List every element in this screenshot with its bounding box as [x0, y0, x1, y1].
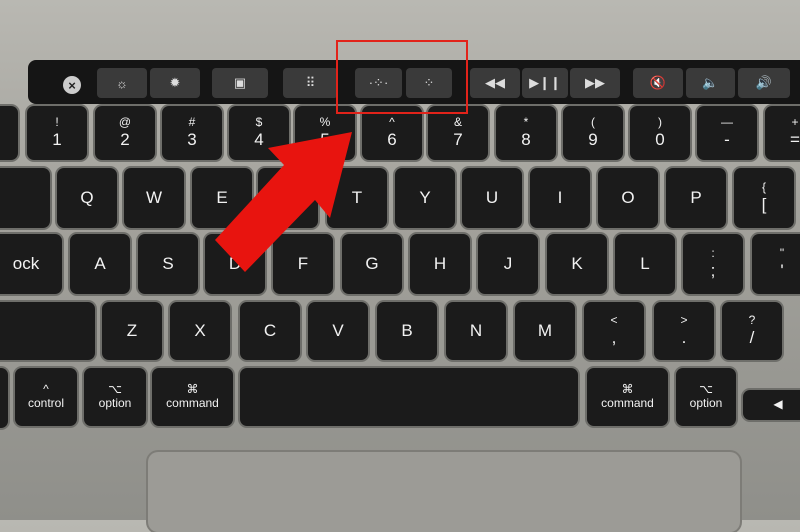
- red-arrow-annotation: [215, 132, 352, 272]
